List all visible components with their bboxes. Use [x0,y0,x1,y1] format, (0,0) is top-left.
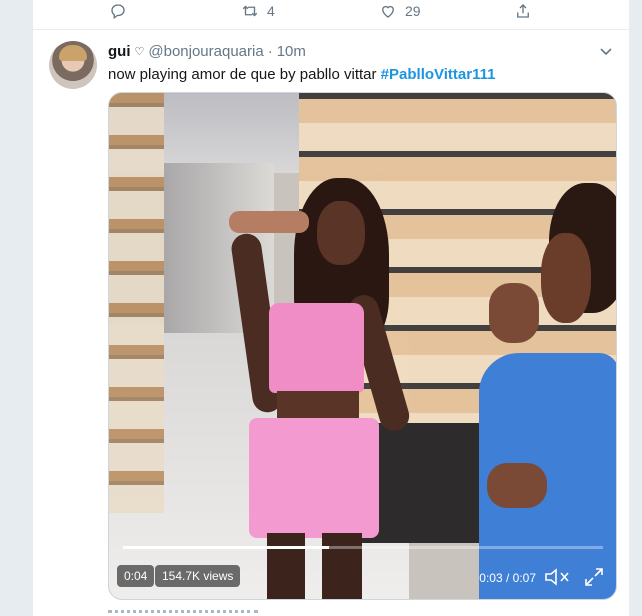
like-button[interactable]: 29 [379,2,421,20]
tweet-text: now playing amor de que by pabllo vittar… [108,66,495,83]
tweet-body: now playing amor de que by pabllo vittar [108,66,381,83]
view-count: 154.7K views [155,565,241,587]
tweet[interactable]: gui ♡ @bonjouraquaria · 10m now playing … [33,31,629,616]
heart-icon [382,5,394,18]
next-tweet-peek [108,610,258,616]
timeline-column: 4 29 gui ♡ @bonjouraquaria · 10m now pla… [32,0,630,616]
retweet-icon [242,5,258,17]
user-handle[interactable]: @bonjouraquaria [148,43,263,60]
reply-button[interactable] [109,2,127,20]
tweet-header: gui ♡ @bonjouraquaria · 10m [108,43,306,60]
like-count: 29 [405,3,421,19]
separator-dot: · [267,43,273,60]
video-timestamp: 0:03 / 0:07 [479,571,536,585]
previous-tweet-actions: 4 29 [33,0,629,30]
share-icon [517,4,529,18]
retweet-count: 4 [267,3,275,19]
heart-outline-icon: ♡ [134,46,145,58]
hashtag-link[interactable]: #PablloVittar111 [381,66,496,83]
current-time-label: 0:04 [117,565,155,587]
video-progress-fill [123,546,330,549]
avatar[interactable] [49,41,97,89]
share-button[interactable] [514,2,532,20]
chevron-down-icon[interactable] [599,45,613,59]
volume-muted-icon[interactable] [544,567,572,587]
fullscreen-icon[interactable] [584,567,604,587]
retweet-button[interactable]: 4 [241,2,275,20]
reply-icon [111,4,125,20]
display-name[interactable]: gui [108,43,131,60]
video-progress-bar[interactable] [123,546,603,549]
tweet-time[interactable]: 10m [277,43,306,60]
video-player[interactable]: 0:04 154.7K views 0:03 / 0:07 [108,92,617,600]
